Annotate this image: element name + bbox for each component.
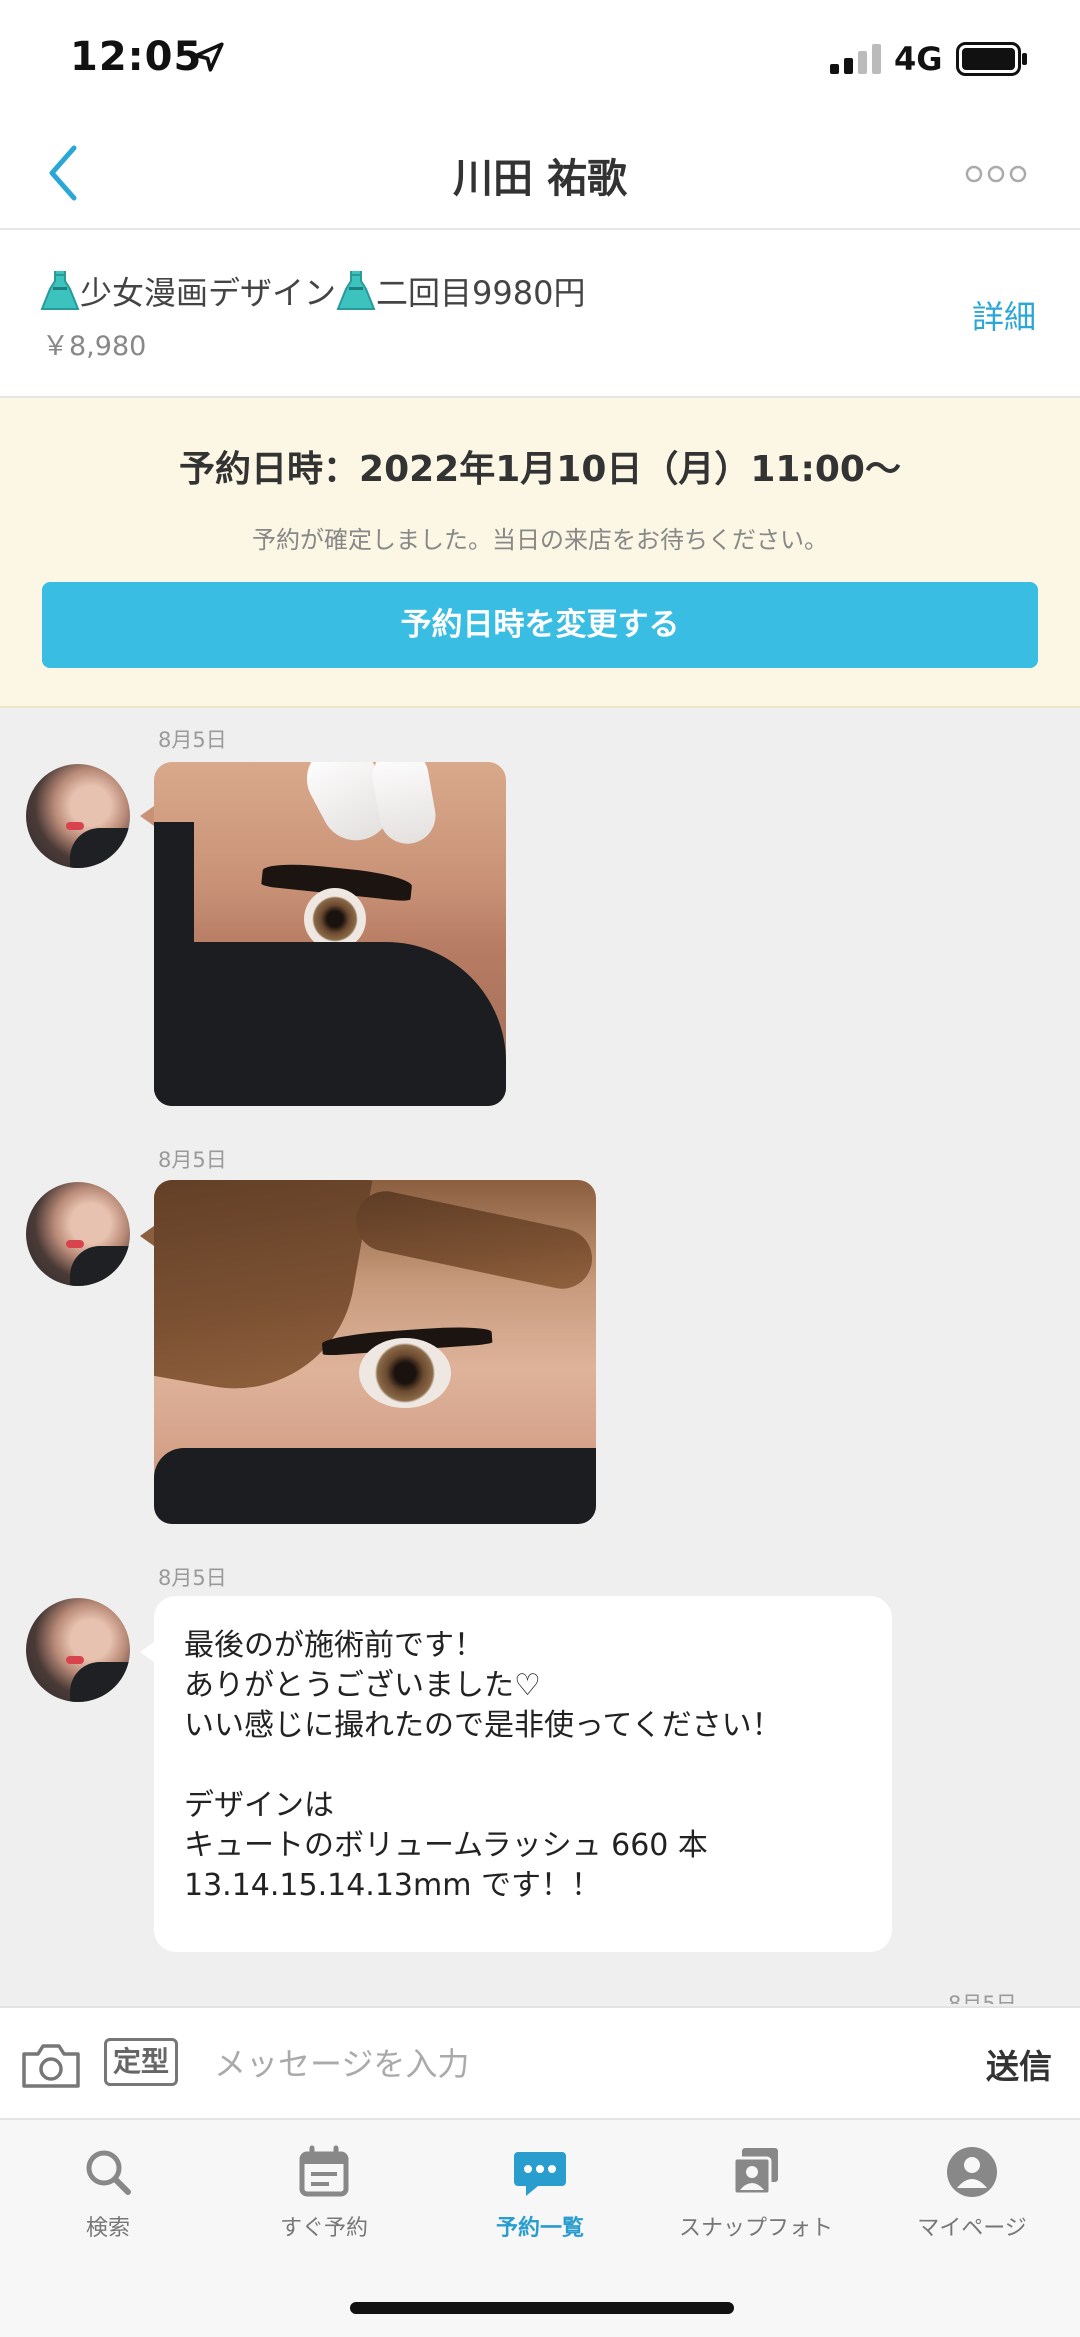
tab-search[interactable]: 検索 [0, 2144, 216, 2254]
message-input-bar: 定型 送信 [0, 2006, 1080, 2118]
message-date: 8月5日 [158, 728, 227, 752]
tab-quick-reserve[interactable]: すぐ予約 [216, 2144, 432, 2254]
menu-name-suffix: 二回目9980円 [376, 274, 586, 312]
status-bar: 12:05 4G [0, 0, 1080, 118]
calendar-icon [299, 2145, 349, 2197]
chat-bubble-icon [514, 2152, 566, 2196]
send-button[interactable]: 送信 [986, 2040, 1052, 2088]
tab-label: すぐ予約 [279, 2216, 368, 2241]
avatar[interactable] [26, 1598, 130, 1702]
reservation-note: 予約が確定しました。当日の来店をお待ちください。 [252, 526, 828, 554]
tab-label: マイページ [917, 2216, 1027, 2241]
location-arrow-icon [194, 42, 224, 72]
home-indicator [350, 2302, 734, 2314]
page-title: 川田 祐歌 [453, 156, 627, 202]
dress-icon [40, 271, 80, 310]
message-line: 13.14.15.14.13mm です！！ [184, 1868, 601, 1903]
reservation-datetime: 予約日時：2022年1月10日（月）11:00〜 [179, 449, 901, 490]
search-icon [86, 2150, 131, 2195]
message-input[interactable] [214, 2034, 934, 2094]
message-line: キュートのボリュームラッシュ 660 本 [184, 1828, 708, 1863]
message-photo[interactable] [154, 762, 506, 1106]
template-button[interactable]: 定型 [104, 2038, 178, 2086]
camera-icon[interactable] [20, 2040, 82, 2090]
network-type: 4G [894, 40, 943, 78]
menu-name-text: 少女漫画デザイン [80, 274, 337, 312]
message-date: 8月5日 [158, 1566, 227, 1590]
menu-price: ￥8,980 [42, 331, 147, 362]
cellular-signal-icon [830, 44, 881, 74]
status-time: 12:05 [70, 34, 203, 80]
message-line: いい感じに撮れたので是非使ってください！ [184, 1708, 782, 1743]
message-line: 最後のが施術前です！ [184, 1628, 484, 1663]
tab-label: 予約一覧 [495, 2216, 584, 2241]
detail-link[interactable]: 詳細 [972, 292, 1036, 338]
message-date: 8月5日 [948, 1992, 1017, 2004]
photos-icon [732, 2148, 778, 2196]
message-bubble[interactable]: 最後のが施術前です！ ありがとうございました♡ いい感じに撮れたので是非使ってく… [154, 1596, 892, 1952]
message-date: 8月5日 [158, 1148, 227, 1172]
tab-label: スナップフォト [678, 2216, 833, 2241]
message-line: デザインは [184, 1788, 334, 1823]
person-icon [947, 2147, 997, 2197]
tab-reservations[interactable]: 予約一覧 [432, 2144, 648, 2254]
more-options-icon[interactable] [964, 162, 1028, 186]
menu-card: 少女漫画デザイン 二回目9980円 ￥8,980 詳細 [0, 230, 1080, 398]
avatar[interactable] [26, 1182, 130, 1286]
reservation-panel: 予約日時：2022年1月10日（月）11:00〜 予約が確定しました。当日の来店… [0, 398, 1080, 708]
battery-icon [956, 42, 1027, 76]
menu-name: 少女漫画デザイン 二回目9980円 [40, 268, 585, 314]
message-line [184, 1746, 862, 1786]
message-photo[interactable] [154, 1180, 596, 1524]
chat-area[interactable]: 8月5日 8月5日 8月5日 最後のが施術前です！ ありがとうございました♡ い… [0, 708, 1080, 2006]
tab-snap-photo[interactable]: スナップフォト [648, 2144, 864, 2254]
dress-icon [336, 271, 376, 310]
tab-label: 検索 [85, 2216, 130, 2241]
nav-bar: 川田 祐歌 [0, 118, 1080, 230]
tab-my-page[interactable]: マイページ [864, 2144, 1080, 2254]
message-line: ありがとうございました♡ [184, 1668, 541, 1703]
avatar[interactable] [26, 764, 130, 868]
change-reservation-button[interactable]: 予約日時を変更する [42, 582, 1038, 668]
